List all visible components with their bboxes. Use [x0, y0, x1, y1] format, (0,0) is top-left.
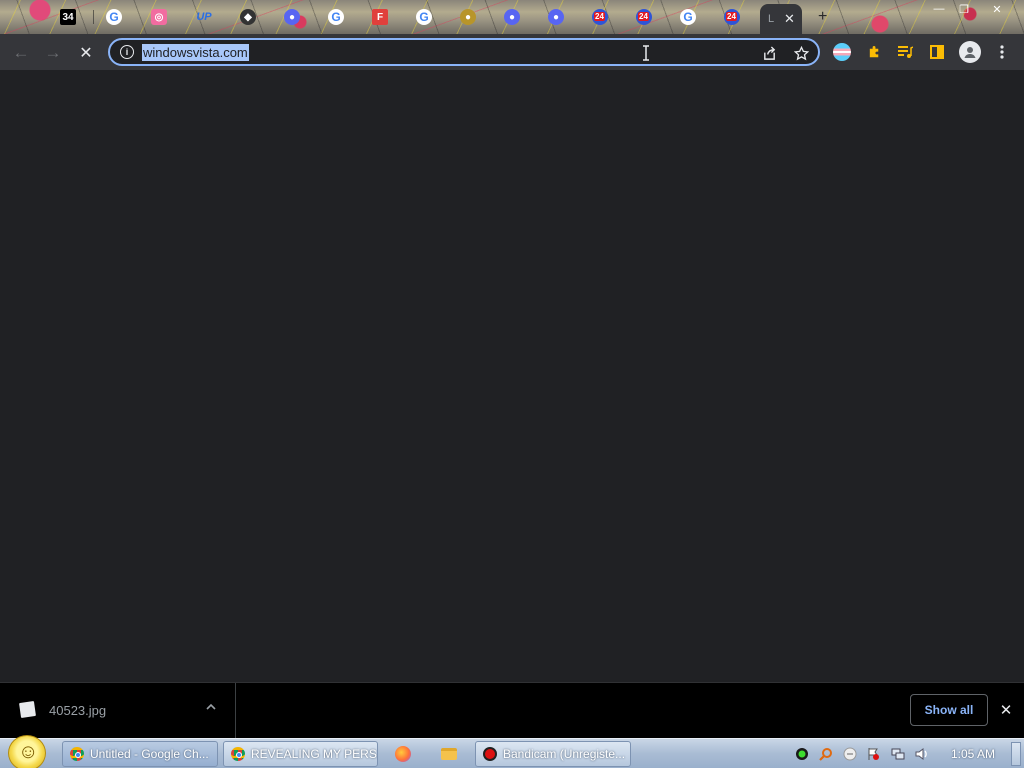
share-icon[interactable] [760, 44, 778, 62]
tab-discord-1[interactable]: ● [270, 4, 314, 30]
extensions-puzzle-icon[interactable] [865, 43, 883, 61]
taskbar-button-chrome-untitled[interactable]: Untitled - Google Ch... [62, 741, 218, 767]
show-desktop-button[interactable] [1011, 742, 1021, 766]
tab-game[interactable]: ◆ [226, 4, 270, 30]
new-tab-button[interactable]: + [818, 8, 827, 26]
taskbar-clock[interactable]: 1:05 AM [951, 747, 995, 761]
tab-gold[interactable]: ● [446, 4, 490, 30]
tab-flipboard[interactable]: F [358, 4, 402, 30]
tab-pink-app[interactable]: ◎ [137, 4, 181, 30]
tab-news24-1[interactable]: 24 [578, 4, 622, 30]
bookmark-star-icon[interactable] [792, 44, 810, 62]
taskbar-button-bandicam[interactable]: Bandicam (Unregiste... [475, 741, 631, 767]
chrome-icon [231, 747, 245, 761]
news24-icon: 24 [724, 9, 740, 25]
forward-button[interactable]: → [42, 42, 64, 64]
flipboard-icon: F [372, 9, 388, 25]
taskbar-button-label: REVEALING MY PERS... [251, 747, 378, 761]
tab-up[interactable]: UP [182, 4, 226, 30]
google-icon: G [328, 9, 344, 25]
active-tab-title: L [768, 13, 775, 25]
chevron-up-icon[interactable] [205, 701, 217, 716]
chrome-icon [70, 747, 84, 761]
screen: 34 G ◎ UP ◆ ● G F G ● ● ● 24 24 G 24 L ✕… [0, 0, 1024, 768]
google-icon: G [106, 9, 122, 25]
download-bar: 40523.jpg Show all ✕ [0, 682, 1024, 739]
network-icon[interactable] [890, 746, 906, 762]
action-center-flag-icon[interactable] [865, 746, 881, 762]
tab-google-3[interactable]: G [402, 4, 446, 30]
stop-loading-button[interactable]: ✕ [75, 42, 97, 64]
news24-icon: 24 [636, 9, 652, 25]
discord-icon: ● [548, 9, 564, 25]
back-button[interactable]: ← [10, 42, 32, 64]
profile-avatar-icon[interactable] [959, 41, 981, 63]
discord-icon: ● [504, 9, 520, 25]
firefox-icon[interactable] [392, 743, 414, 765]
file-icon [19, 701, 36, 718]
taskbar-button-label: Bandicam (Unregiste... [503, 747, 626, 761]
tab-34[interactable]: 34 [46, 4, 90, 30]
side-panel-icon[interactable] [930, 45, 944, 59]
browser-toolbar: ← → ✕ i windowsvista.com [0, 34, 1024, 70]
media-queue-icon[interactable] [896, 43, 914, 61]
tab-google-4[interactable]: G [666, 4, 710, 30]
download-file-name[interactable]: 40523.jpg [49, 703, 106, 718]
browser-menu-icon[interactable] [993, 43, 1011, 61]
search-tray-icon[interactable] [818, 746, 834, 762]
tab-strip: 34 G ◎ UP ◆ ● G F G ● ● ● 24 24 G 24 L ✕… [0, 0, 1024, 34]
show-all-button[interactable]: Show all [910, 694, 988, 726]
game-icon: ◆ [240, 9, 256, 25]
tab-news24-2[interactable]: 24 [622, 4, 666, 30]
close-window-button[interactable]: ✕ [986, 2, 1008, 16]
download-item[interactable]: 40523.jpg [0, 683, 236, 739]
tab-discord-2[interactable]: ● [490, 4, 534, 30]
page-content [0, 70, 1024, 682]
address-bar[interactable]: i windowsvista.com [108, 38, 820, 66]
up-icon: UP [196, 11, 212, 23]
record-status-icon[interactable] [794, 746, 810, 762]
folder-icon[interactable] [438, 743, 460, 765]
volume-icon[interactable] [914, 746, 930, 762]
pink-app-icon: ◎ [151, 9, 167, 25]
news24-badge: 24 [638, 12, 649, 21]
active-tab[interactable]: L ✕ [760, 4, 802, 34]
address-bar-url[interactable]: windowsvista.com [142, 44, 249, 61]
text-cursor-icon [642, 45, 649, 61]
news24-badge: 24 [726, 12, 737, 21]
gold-icon: ● [460, 9, 476, 25]
maximize-button[interactable]: ❐ [953, 2, 975, 16]
tab-google-2[interactable]: G [314, 4, 358, 30]
bandicam-icon [483, 747, 497, 761]
minimize-button[interactable]: — [928, 2, 950, 16]
news24-badge: 24 [594, 12, 605, 21]
google-icon: G [416, 9, 432, 25]
news24-icon: 24 [592, 9, 608, 25]
tab-discord-3[interactable]: ● [534, 4, 578, 30]
tab-google-1[interactable]: G [92, 4, 136, 30]
tab-news24-3[interactable]: 24 [710, 4, 754, 30]
site-info-icon[interactable]: i [120, 45, 134, 59]
messenger-tray-icon[interactable] [842, 746, 858, 762]
tab-close-icon[interactable]: ✕ [784, 11, 795, 27]
taskbar: Untitled - Google Ch... REVEALING MY PER… [0, 735, 1024, 768]
close-download-bar-icon[interactable]: ✕ [997, 701, 1015, 719]
pride-flag-extension-icon[interactable] [833, 43, 851, 61]
taskbar-button-chrome-revealing[interactable]: REVEALING MY PERS... [223, 741, 378, 767]
tab-34-icon: 34 [60, 9, 76, 25]
google-icon: G [680, 9, 696, 25]
start-button[interactable] [8, 735, 46, 768]
taskbar-button-label: Untitled - Google Ch... [90, 747, 209, 761]
discord-icon: ● [284, 9, 300, 25]
